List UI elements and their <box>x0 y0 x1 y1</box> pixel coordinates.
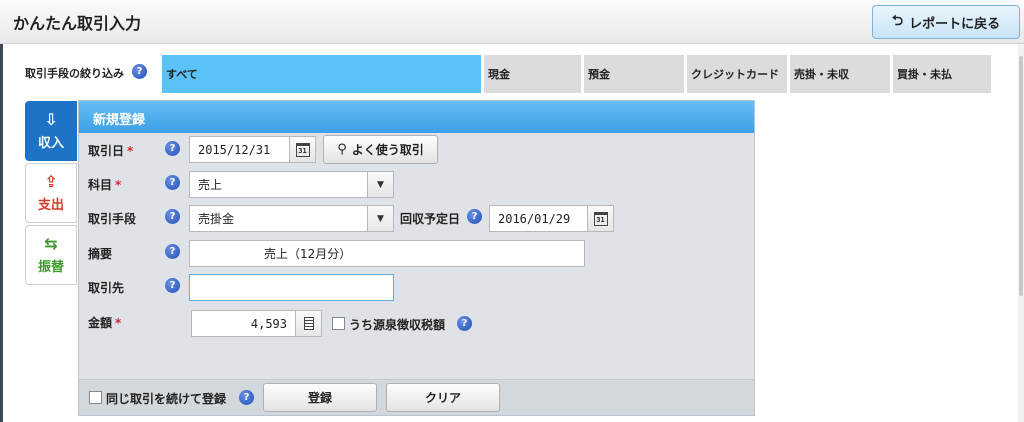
amount-label: 金額 * <box>88 314 121 331</box>
withholding-help-icon[interactable]: ? <box>457 316 472 331</box>
withholding-label: うち源泉徴収税額 <box>349 318 446 332</box>
form-footer: 同じ取引を続けて登録 ? 登録 クリア <box>79 379 754 415</box>
calendar-icon: 31 <box>295 142 310 157</box>
account-label: 科目 * <box>88 176 121 193</box>
required-mark: * <box>115 316 122 330</box>
transfer-arrows-icon: ⇆ <box>44 233 58 253</box>
withholding-checkbox[interactable] <box>332 317 345 330</box>
register-button[interactable]: 登録 <box>263 383 377 412</box>
panel-title: 新規登録 <box>79 101 754 133</box>
search-icon: ⚲ <box>337 142 347 157</box>
continue-entry-help-icon[interactable]: ? <box>239 390 254 405</box>
memo-field[interactable]: 売上（12月分） <box>189 240 585 267</box>
collection-date-label: 回収予定日 <box>400 212 461 226</box>
filter-label: 取引手段の絞り込み <box>25 67 124 80</box>
filter-tab-deposit[interactable]: 預金 <box>584 55 684 93</box>
chevron-down-icon[interactable]: ▼ <box>367 172 393 197</box>
partner-field[interactable] <box>189 274 394 301</box>
new-entry-panel: 新規登録 取引日 * ? 2015/12/31 31 ⚲ よく使う取引 科目 * ?… <box>78 100 755 416</box>
continue-entry-label: 同じ取引を続けて登録 <box>106 392 227 406</box>
collection-date-value: 2016/01/29 <box>498 211 571 226</box>
method-label: 取引手段 <box>88 212 137 226</box>
calculator-icon <box>303 317 314 330</box>
top-bar: かんたん取引入力 ⮌ レポートに戻る <box>0 0 1024 44</box>
collection-date-help-icon[interactable]: ? <box>467 209 482 224</box>
account-value: 売上 <box>198 178 223 192</box>
method-help-icon[interactable]: ? <box>165 209 180 224</box>
outbox-up-icon: ⇪ <box>44 171 58 191</box>
tab-transfer-label: 振替 <box>37 259 64 275</box>
back-to-report-label: レポートに戻る <box>909 16 1001 32</box>
date-label-text: 取引日 <box>88 144 125 158</box>
filter-tab-receivable[interactable]: 売掛・未収 <box>790 55 890 93</box>
frequent-transactions-label: よく使う取引 <box>351 143 424 157</box>
tab-income-label: 収入 <box>37 135 64 151</box>
calculator-button[interactable] <box>295 311 321 336</box>
method-select[interactable]: 売掛金 ▼ <box>189 205 394 232</box>
date-help-icon[interactable]: ? <box>165 141 180 156</box>
required-mark: * <box>127 144 134 158</box>
frequent-transactions-button[interactable]: ⚲ よく使う取引 <box>323 135 438 164</box>
amount-field[interactable]: 4,593 <box>191 310 322 337</box>
partner-label: 取引先 <box>88 281 125 295</box>
memo-help-icon[interactable]: ? <box>165 244 180 259</box>
tab-expense[interactable]: ⇪ 支出 <box>25 163 77 223</box>
inbox-down-icon: ⇩ <box>44 109 58 129</box>
tab-expense-label: 支出 <box>37 197 64 213</box>
account-label-text: 科目 <box>88 178 113 192</box>
method-value: 売掛金 <box>198 212 235 226</box>
amount-value: 4,593 <box>250 316 287 331</box>
memo-label: 摘要 <box>88 247 113 261</box>
chevron-down-icon[interactable]: ▼ <box>367 206 393 231</box>
date-label: 取引日 * <box>88 142 133 159</box>
continue-entry-checkbox[interactable] <box>89 391 102 404</box>
back-to-report-button[interactable]: ⮌ レポートに戻る <box>872 5 1020 39</box>
filter-help-icon[interactable]: ? <box>132 64 147 79</box>
filter-tab-cash[interactable]: 現金 <box>484 55 581 93</box>
scrollbar-thumb[interactable] <box>1019 56 1023 296</box>
filter-tab-credit-card[interactable]: クレジットカード <box>687 55 787 93</box>
required-mark: * <box>115 178 122 192</box>
filter-tab-payable[interactable]: 買掛・未払 <box>893 55 991 93</box>
left-edge-strip <box>0 44 3 422</box>
clear-button[interactable]: クリア <box>386 383 500 412</box>
date-calendar-button[interactable]: 31 <box>289 137 315 162</box>
memo-value: 売上（12月分） <box>264 247 352 261</box>
amount-label-text: 金額 <box>88 316 113 330</box>
partner-help-icon[interactable]: ? <box>165 278 180 293</box>
transaction-type-tabs: ⇩ 収入 ⇪ 支出 ⇆ 振替 <box>25 101 77 287</box>
collection-date-calendar-button[interactable]: 31 <box>587 206 613 231</box>
calendar-icon: 31 <box>593 211 608 226</box>
date-value: 2015/12/31 <box>198 142 271 157</box>
date-field[interactable]: 2015/12/31 31 <box>189 136 316 163</box>
collection-date-field[interactable]: 2016/01/29 31 <box>489 205 614 232</box>
page-title: かんたん取引入力 <box>13 14 142 33</box>
filter-tab-all[interactable]: すべて <box>162 55 481 93</box>
filter-tabs: すべて 現金 預金 クレジットカード 売掛・未収 買掛・未払 <box>162 55 991 93</box>
tab-income[interactable]: ⇩ 収入 <box>25 101 77 161</box>
return-arrow-icon: ⮌ <box>891 13 904 29</box>
tab-transfer[interactable]: ⇆ 振替 <box>25 225 77 285</box>
account-help-icon[interactable]: ? <box>165 175 180 190</box>
account-select[interactable]: 売上 ▼ <box>189 171 394 198</box>
